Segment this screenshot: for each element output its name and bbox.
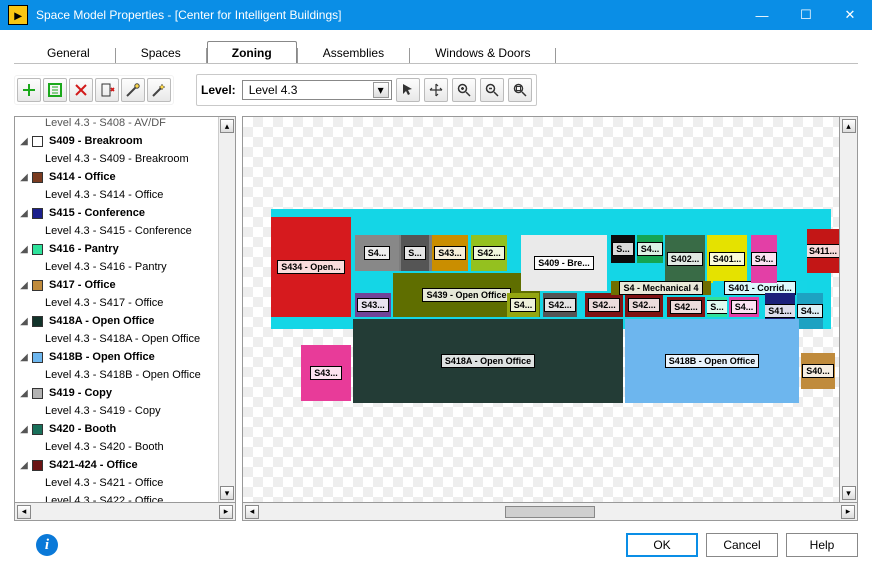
zone-s43b[interactable]: S43... (432, 235, 468, 271)
zone-s418b[interactable]: S418B - Open Office (625, 319, 799, 403)
zoom-fit-button[interactable] (508, 78, 532, 102)
select-tool-button[interactable] (396, 78, 420, 102)
zone-s43a[interactable]: S43... (301, 345, 351, 401)
zoning-canvas[interactable]: S434 - Open...S43...S4...S...S43...S42..… (242, 116, 840, 503)
tree-parent[interactable]: ◢S417 - Office (17, 276, 233, 294)
canvas-toolbar: Level: Level 4.3 ▾ (196, 74, 537, 106)
zone-s42d[interactable]: S42... (625, 293, 663, 317)
scroll-right-icon: ▸ (219, 505, 233, 519)
zoom-in-button[interactable] (452, 78, 476, 102)
scroll-up-icon: ▴ (842, 119, 856, 133)
wand-sparkle-button[interactable] (147, 78, 171, 102)
zone-s4a[interactable]: S4... (355, 235, 399, 271)
cancel-button[interactable]: Cancel (706, 533, 778, 557)
window-title: Space Model Properties - [Center for Int… (36, 8, 740, 22)
tree-child[interactable]: Level 4.3 - S418A - Open Office (17, 330, 233, 348)
level-label: Level: (201, 83, 238, 97)
tree-child[interactable]: Level 4.3 - S420 - Booth (17, 438, 233, 456)
zone-s434[interactable]: S434 - Open... (271, 217, 351, 317)
tree-hscrollbar[interactable]: ◂ ▸ (14, 503, 236, 521)
canvas-vscrollbar[interactable]: ▴ ▾ (840, 116, 858, 503)
edit-zone-button[interactable] (43, 78, 67, 102)
zone-sblk[interactable]: S... (611, 235, 635, 263)
canvas-hscrollbar[interactable]: ◂ ▸ (242, 503, 858, 521)
zone-sdot2[interactable]: S... (707, 297, 727, 317)
zone-s418a[interactable]: S418A - Open Office (353, 319, 623, 403)
help-button[interactable]: Help (786, 533, 858, 557)
tab-spaces[interactable]: Spaces (116, 41, 206, 64)
tab-assemblies[interactable]: Assemblies (298, 41, 409, 64)
tree-child[interactable]: Level 4.3 - S415 - Conference (17, 222, 233, 240)
tree-parent[interactable]: ◢S415 - Conference (17, 204, 233, 222)
level-combobox[interactable]: Level 4.3 ▾ (242, 80, 392, 100)
info-icon[interactable]: i (36, 534, 58, 556)
tree-parent[interactable]: ◢S418B - Open Office (17, 348, 233, 366)
level-value: Level 4.3 (249, 83, 298, 97)
tree-child[interactable]: Level 4.3 - S422 - Office (17, 492, 233, 503)
tab-windows-doors[interactable]: Windows & Doors (410, 41, 555, 64)
scroll-left-icon: ◂ (17, 505, 31, 519)
zone-s4m2[interactable]: S4... (751, 235, 777, 283)
zone-s40r[interactable]: S40... (801, 353, 835, 389)
tree-child[interactable]: Level 4.3 - S419 - Copy (17, 402, 233, 420)
zone-mech[interactable]: S4 - Mechanical 4 (611, 281, 711, 295)
delete-zone-button[interactable] (69, 78, 93, 102)
remove-page-button[interactable] (95, 78, 119, 102)
zone-s42a[interactable]: S42... (471, 235, 507, 271)
maximize-button[interactable]: ☐ (784, 0, 828, 30)
tree-parent[interactable]: ◢S419 - Copy (17, 384, 233, 402)
tree-child[interactable]: Level 4.3 - S418B - Open Office (17, 366, 233, 384)
tree-child[interactable]: Level 4.3 - S409 - Breakroom (17, 150, 233, 168)
tree-parent[interactable]: ◢S418A - Open Office (17, 312, 233, 330)
zone-s4g[interactable]: S4... (637, 235, 663, 263)
tab-general[interactable]: General (22, 41, 115, 64)
tree-child[interactable]: Level 4.3 - S417 - Office (17, 294, 233, 312)
titlebar: ▸ Space Model Properties - [Center for I… (0, 0, 872, 30)
tree-parent[interactable]: ◢S421-424 - Office (17, 456, 233, 474)
tree-parent[interactable]: ◢S420 - Booth (17, 420, 233, 438)
zone-s42e[interactable]: S42... (667, 297, 705, 317)
zone-s-dot[interactable]: S... (401, 235, 429, 271)
zone-s402[interactable]: S402... (665, 235, 705, 283)
zone-s4y[interactable]: S4... (797, 293, 823, 329)
scroll-down-icon: ▾ (842, 486, 856, 500)
tab-zoning[interactable]: Zoning (207, 41, 297, 64)
zone-s43c[interactable]: S43... (355, 293, 391, 317)
tab-strip: General Spaces Zoning Assemblies Windows… (14, 40, 858, 64)
tree-parent[interactable]: ◢S414 - Office (17, 168, 233, 186)
zone-tree[interactable]: ▴ ▾ Level 4.3 - S408 - AV/DF◢S409 - Brea… (14, 116, 236, 503)
zone-s42b[interactable]: S42... (543, 293, 577, 317)
tree-child[interactable]: Level 4.3 - S414 - Office (17, 186, 233, 204)
zone-s42c[interactable]: S42... (585, 293, 623, 317)
tree-toolbar (14, 75, 174, 105)
ok-button[interactable]: OK (626, 533, 698, 557)
wand-tool-button[interactable] (121, 78, 145, 102)
tree-child[interactable]: Level 4.3 - S421 - Office (17, 474, 233, 492)
tree-parent[interactable]: ◢S416 - Pantry (17, 240, 233, 258)
app-icon: ▸ (8, 5, 28, 25)
close-button[interactable]: ✕ (828, 0, 872, 30)
chevron-down-icon: ▾ (373, 82, 389, 98)
zone-s401a[interactable]: S401... (707, 235, 747, 283)
tree-parent[interactable]: ◢S409 - Breakroom (17, 132, 233, 150)
zone-s409[interactable]: S409 - Bre... (521, 235, 607, 291)
zoom-out-button[interactable] (480, 78, 504, 102)
zone-s4m[interactable]: S4... (729, 297, 759, 317)
add-zone-button[interactable] (17, 78, 41, 102)
pan-tool-button[interactable] (424, 78, 448, 102)
tree-child[interactable]: Level 4.3 - S416 - Pantry (17, 258, 233, 276)
zone-s4b[interactable]: S4... (507, 293, 539, 317)
minimize-button[interactable]: — (740, 0, 784, 30)
zone-s411[interactable]: S411... (807, 229, 839, 273)
